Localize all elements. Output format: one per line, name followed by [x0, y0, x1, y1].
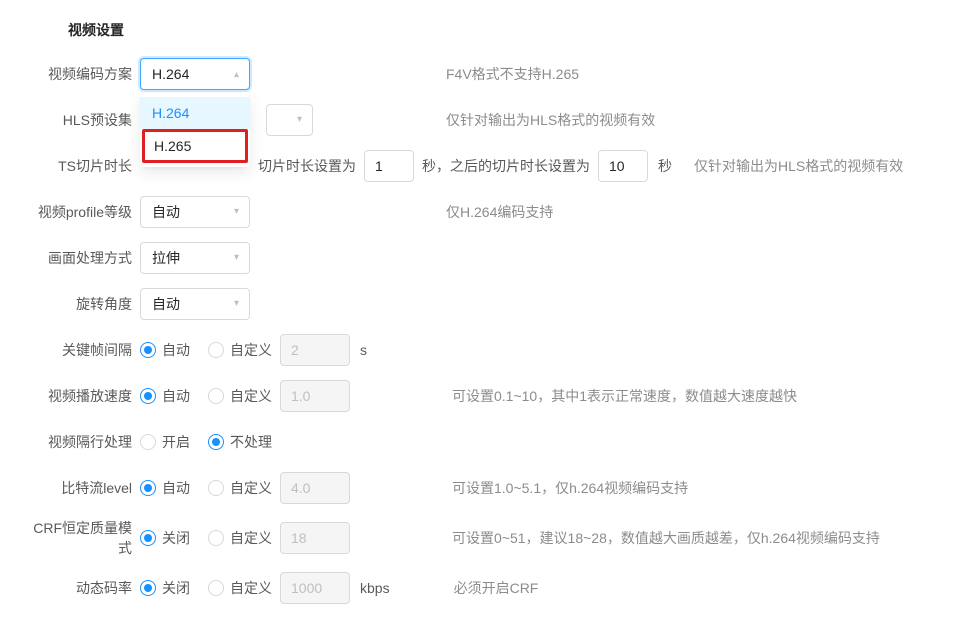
hint-dynbitrate: 必须开启CRF — [454, 578, 539, 598]
radio-label: 自定义 — [230, 340, 272, 360]
radio-dot-icon — [140, 530, 156, 546]
select-scale-value: 拉伸 — [152, 248, 180, 268]
row-scale: 画面处理方式 拉伸 ▾ — [20, 242, 937, 274]
radio-label: 自动 — [162, 386, 190, 406]
radio-label: 自定义 — [230, 386, 272, 406]
chevron-down-icon: ▾ — [234, 253, 239, 263]
label-hls-preset: HLS预设集 — [20, 110, 140, 130]
radio-deinterlace-off[interactable]: 不处理 — [208, 432, 272, 452]
radio-dot-icon — [208, 342, 224, 358]
label-rotate: 旋转角度 — [20, 294, 140, 314]
radio-label: 自动 — [162, 478, 190, 498]
input-crf-custom — [280, 522, 350, 554]
radio-label: 关闭 — [162, 528, 190, 548]
radio-dynbitrate-off[interactable]: 关闭 — [140, 578, 190, 598]
input-bitlevel-custom — [280, 472, 350, 504]
radio-bitlevel-custom[interactable]: 自定义 — [208, 478, 272, 498]
label-profile: 视频profile等级 — [20, 202, 140, 222]
radio-bitlevel-auto[interactable]: 自动 — [140, 478, 190, 498]
label-bitlevel: 比特流level — [20, 478, 140, 498]
select-profile[interactable]: 自动 ▾ — [140, 196, 250, 228]
label-ts-slice: TS切片时长 — [20, 156, 140, 176]
select-hls-preset[interactable]: ▾ — [266, 104, 313, 136]
radio-dot-icon — [208, 388, 224, 404]
radio-dot-icon — [208, 480, 224, 496]
keyframe-unit: s — [360, 342, 367, 358]
input-speed-custom — [280, 380, 350, 412]
radio-keyframe-custom[interactable]: 自定义 — [208, 340, 272, 360]
radio-dot-icon — [208, 530, 224, 546]
row-codec: 视频编码方案 H.264 ▾ H.264 H.265 F4V格式不支持H.265 — [20, 58, 937, 90]
radio-dot-icon — [208, 580, 224, 596]
radio-dot-icon — [140, 480, 156, 496]
chevron-down-icon: ▾ — [234, 207, 239, 217]
radio-deinterlace-on[interactable]: 开启 — [140, 432, 190, 452]
dropdown-option-h265[interactable]: H.265 — [142, 129, 248, 163]
row-keyframe: 关键帧间隔 自动 自定义 s — [20, 334, 937, 366]
input-keyframe-custom — [280, 334, 350, 366]
select-rotate-value: 自动 — [152, 294, 180, 314]
input-ts-second[interactable] — [598, 150, 648, 182]
dropdown-codec: H.264 H.265 — [140, 93, 250, 167]
dynbitrate-unit: kbps — [360, 580, 390, 596]
radio-dot-icon — [140, 580, 156, 596]
row-dynbitrate: 动态码率 关闭 自定义 kbps 必须开启CRF — [20, 572, 937, 604]
row-deinterlace: 视频隔行处理 开启 不处理 — [20, 426, 937, 458]
radio-label: 不处理 — [230, 432, 272, 452]
row-crf: CRF恒定质量模式 关闭 自定义 可设置0~51，建议18~28，数值越大画质越… — [20, 518, 937, 558]
radio-speed-auto[interactable]: 自动 — [140, 386, 190, 406]
video-settings-form: 视频设置 视频编码方案 H.264 ▾ H.264 H.265 F4V格式不支持… — [0, 0, 967, 638]
radio-dot-icon — [208, 434, 224, 450]
hint-codec: F4V格式不支持H.265 — [446, 64, 579, 84]
chevron-down-icon: ▾ — [234, 299, 239, 309]
label-keyframe: 关键帧间隔 — [20, 340, 140, 360]
chevron-down-icon: ▾ — [234, 69, 239, 79]
radio-speed-custom[interactable]: 自定义 — [208, 386, 272, 406]
radio-dot-icon — [140, 388, 156, 404]
ts-text-mid: 秒，之后的切片时长设置为 — [422, 156, 590, 176]
label-scale: 画面处理方式 — [20, 248, 140, 268]
label-codec: 视频编码方案 — [20, 64, 140, 84]
select-profile-value: 自动 — [152, 202, 180, 222]
radio-label: 关闭 — [162, 578, 190, 598]
hint-crf: 可设置0~51，建议18~28，数值越大画质越差，仅h.264视频编码支持 — [452, 528, 880, 548]
chevron-down-icon: ▾ — [297, 115, 302, 125]
hint-profile: 仅H.264编码支持 — [446, 202, 553, 222]
input-ts-first[interactable] — [364, 150, 414, 182]
select-rotate[interactable]: 自动 ▾ — [140, 288, 250, 320]
hint-hls-preset: 仅针对输出为HLS格式的视频有效 — [446, 110, 655, 130]
radio-label: 自动 — [162, 340, 190, 360]
select-codec-value: H.264 — [152, 66, 189, 82]
radio-crf-off[interactable]: 关闭 — [140, 528, 190, 548]
select-scale[interactable]: 拉伸 ▾ — [140, 242, 250, 274]
radio-dot-icon — [140, 342, 156, 358]
radio-dynbitrate-custom[interactable]: 自定义 — [208, 578, 272, 598]
row-rotate: 旋转角度 自动 ▾ — [20, 288, 937, 320]
row-speed: 视频播放速度 自动 自定义 可设置0.1~10，其中1表示正常速度，数值越大速度… — [20, 380, 937, 412]
radio-label: 自定义 — [230, 528, 272, 548]
label-speed: 视频播放速度 — [20, 386, 140, 406]
radio-label: 开启 — [162, 432, 190, 452]
row-bitlevel: 比特流level 自动 自定义 可设置1.0~5.1，仅h.264视频编码支持 — [20, 472, 937, 504]
hint-speed: 可设置0.1~10，其中1表示正常速度，数值越大速度越快 — [452, 386, 797, 406]
section-title: 视频设置 — [68, 20, 937, 40]
input-dynbitrate-custom — [280, 572, 350, 604]
hint-bitlevel: 可设置1.0~5.1，仅h.264视频编码支持 — [452, 478, 688, 498]
label-deinterlace: 视频隔行处理 — [20, 432, 140, 452]
select-codec[interactable]: H.264 ▾ — [140, 58, 250, 90]
ts-unit: 秒 — [658, 156, 672, 176]
radio-label: 自定义 — [230, 478, 272, 498]
dropdown-option-h264[interactable]: H.264 — [140, 97, 250, 129]
row-profile: 视频profile等级 自动 ▾ 仅H.264编码支持 — [20, 196, 937, 228]
radio-keyframe-auto[interactable]: 自动 — [140, 340, 190, 360]
radio-crf-custom[interactable]: 自定义 — [208, 528, 272, 548]
radio-dot-icon — [140, 434, 156, 450]
label-dynbitrate: 动态码率 — [20, 578, 140, 598]
hint-ts: 仅针对输出为HLS格式的视频有效 — [694, 156, 903, 176]
ts-text-prefix: 切片时长设置为 — [258, 156, 356, 176]
radio-label: 自定义 — [230, 578, 272, 598]
label-crf: CRF恒定质量模式 — [20, 518, 140, 558]
